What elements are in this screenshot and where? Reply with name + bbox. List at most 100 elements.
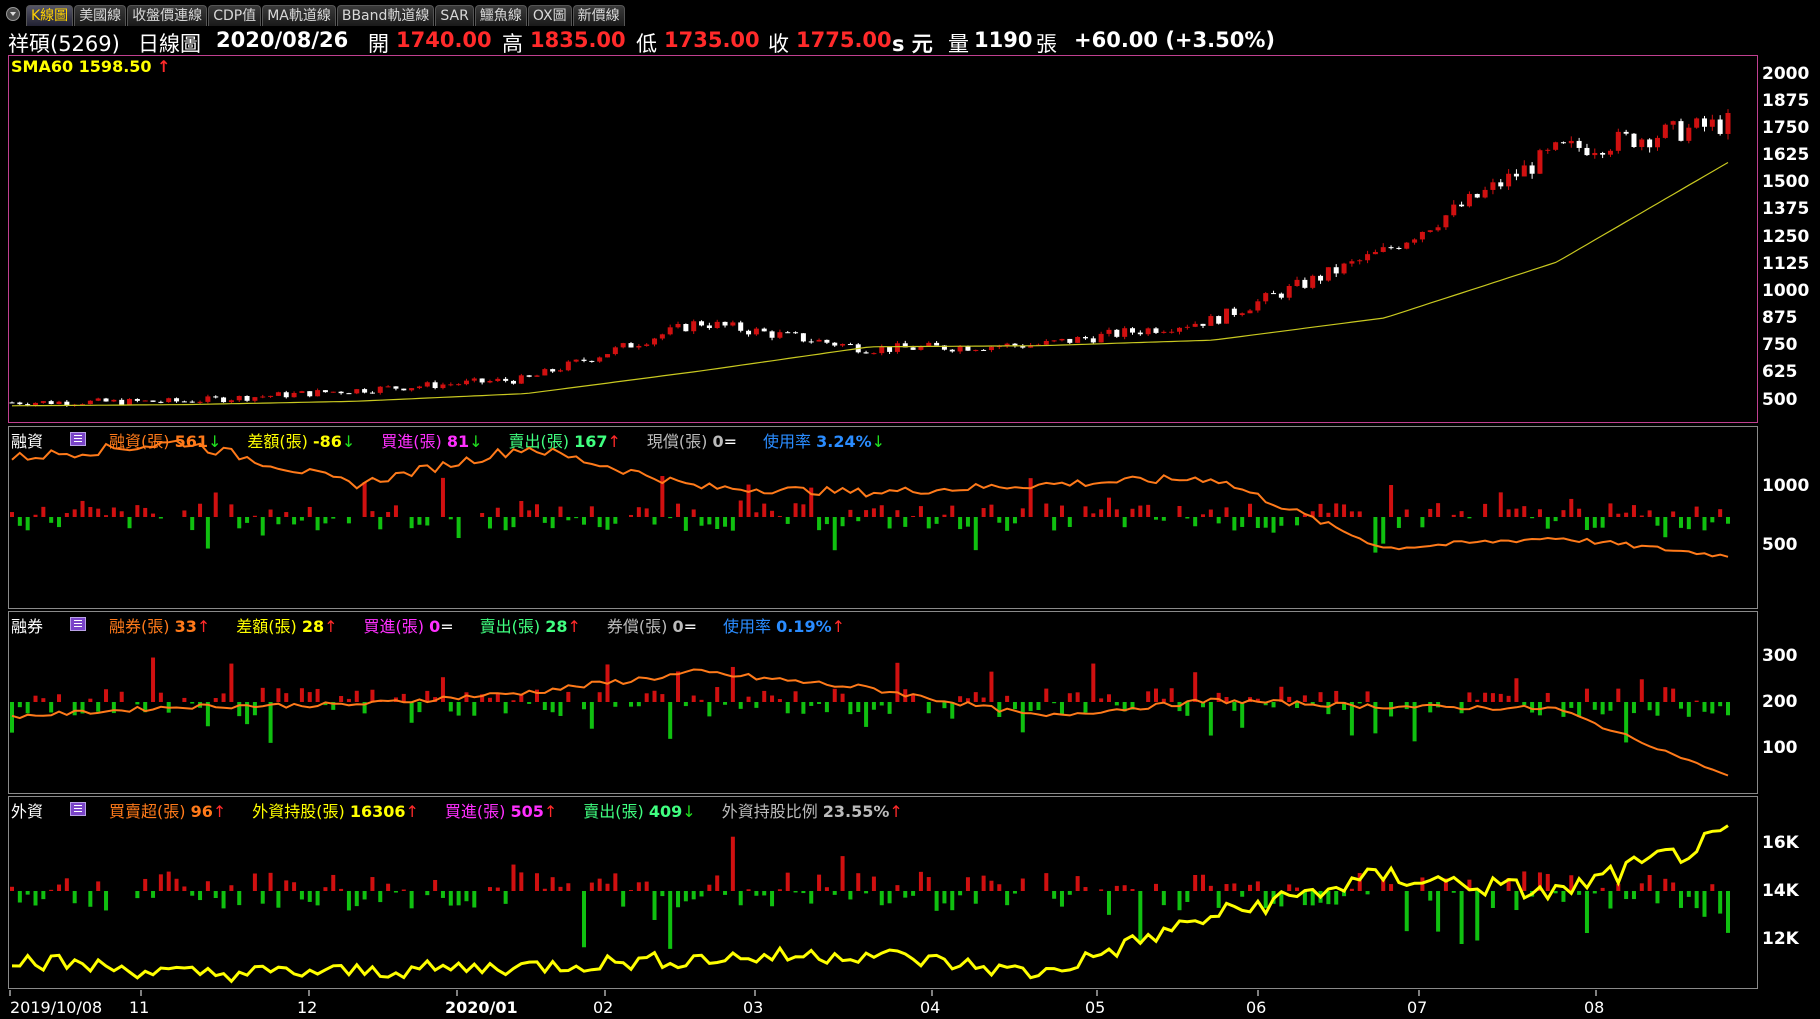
margin-sell-bar — [582, 517, 586, 525]
short-sell-bar — [1020, 702, 1025, 733]
foreign-sell-bar — [1577, 891, 1582, 895]
foreign-sell-bar — [299, 891, 304, 900]
short-sell-bar — [629, 702, 634, 707]
candle-body — [871, 353, 877, 355]
candle-body — [1278, 293, 1284, 298]
short-buy-bar — [762, 690, 767, 702]
margin-buy-bar — [989, 504, 994, 517]
short-buy-bar — [221, 693, 226, 702]
margin-buy-bar — [558, 506, 563, 517]
candle-body — [174, 398, 180, 402]
foreign-sell-bar — [237, 891, 242, 906]
short-buy-bar — [770, 695, 775, 702]
foreign-sell-bar — [1106, 891, 1111, 915]
margin-sell-bar — [934, 517, 939, 524]
margin-sell-bar — [245, 517, 250, 523]
y-tick-label: 16K — [1762, 833, 1799, 853]
candle-body — [385, 386, 391, 388]
candle-body — [181, 401, 187, 403]
candle-body — [605, 354, 611, 358]
short-buy-bar — [832, 688, 837, 702]
foreign-buy-bar — [1083, 887, 1088, 891]
margin-buy-bar — [1138, 505, 1143, 517]
short-sell-bar — [754, 702, 759, 708]
short-sell-bar — [1271, 702, 1276, 708]
short-sell-bar — [111, 702, 116, 714]
margin-sell-bar — [1686, 517, 1691, 530]
margin-sell-bar — [299, 517, 304, 521]
foreign-buy-bar — [292, 882, 297, 891]
candle-body — [268, 395, 274, 397]
short-buy-bar — [1146, 691, 1151, 702]
candle-body — [1145, 328, 1151, 335]
foreign-buy-bar — [597, 878, 602, 891]
candle-body — [111, 399, 117, 402]
foreign-sell-bar — [151, 891, 156, 898]
candle-body — [1435, 227, 1441, 231]
short-sell-bar — [1232, 702, 1237, 711]
margin-sell-bar — [715, 517, 720, 530]
candle-body — [1271, 293, 1277, 295]
candle-body — [1255, 301, 1261, 311]
margin-sell-bar — [707, 517, 712, 525]
foreign-sell-bar — [1240, 891, 1245, 897]
foreign-sell-bar — [676, 891, 681, 908]
foreign-sell-bar — [668, 891, 673, 949]
x-tick-label: 12 — [297, 998, 318, 1017]
margin-sell-bar — [668, 517, 673, 519]
short-buy-bar — [299, 688, 304, 702]
short-sell-bar — [1624, 702, 1629, 743]
short-buy-bar — [1545, 692, 1550, 702]
candle-body — [1694, 118, 1700, 128]
margin-sell-bar — [1678, 517, 1683, 528]
candle-body — [620, 343, 626, 348]
margin-buy-bar — [1639, 515, 1644, 517]
foreign-sell-bar — [1624, 891, 1629, 900]
margin-sell-bar — [605, 517, 610, 530]
candle-body — [424, 382, 430, 387]
foreign-sell-bar — [973, 891, 978, 904]
margin-buy-bar — [1428, 508, 1433, 517]
short-sell-bar — [1569, 702, 1574, 708]
candle-body — [1372, 251, 1378, 255]
short-buy-bar — [715, 687, 720, 702]
short-sell-bar — [817, 702, 822, 705]
margin-buy-bar — [801, 504, 806, 517]
candle-body — [722, 321, 728, 326]
candle-body — [1459, 204, 1465, 207]
foreign-sell-bar — [104, 891, 109, 911]
margin-sell-bar — [448, 517, 453, 520]
foreign-sell-bar — [832, 891, 837, 895]
margin-buy-bar — [386, 511, 391, 517]
short-sell-bar — [926, 702, 931, 714]
foreign-sell-bar — [378, 891, 383, 903]
foreign-buy-bar — [989, 880, 994, 891]
candle-body — [652, 338, 658, 345]
short-sell-bar — [864, 702, 869, 727]
margin-buy-bar — [1318, 503, 1323, 517]
foreign-buy-bar — [605, 883, 610, 891]
short-buy-bar — [1161, 698, 1166, 702]
margin-buy-bar — [1631, 505, 1636, 517]
candle-body — [1349, 261, 1355, 264]
margin-buy-bar — [1248, 503, 1253, 517]
foreign-sell-bar — [190, 891, 195, 896]
candle-body — [1529, 165, 1535, 174]
short-buy-bar — [981, 697, 986, 702]
candle-body — [573, 359, 579, 362]
foreign-sell-bar — [456, 891, 461, 906]
foreign-sell-bar — [1718, 891, 1723, 914]
y-tick-label: 14K — [1762, 881, 1799, 901]
short-sell-bar — [1726, 702, 1730, 716]
margin-sell-bar — [378, 517, 383, 530]
x-tick-label: 02 — [593, 998, 614, 1017]
short-sell-bar — [456, 702, 461, 716]
short-buy-bar — [354, 690, 359, 702]
margin-sell-bar — [817, 517, 822, 531]
foreign-sell-bar — [17, 891, 22, 903]
short-buy-bar — [1514, 678, 1519, 702]
short-sell-bar — [887, 702, 892, 714]
margin-buy-bar — [738, 500, 743, 517]
candle-body — [769, 331, 775, 338]
foreign-sell-bar — [1365, 891, 1370, 895]
